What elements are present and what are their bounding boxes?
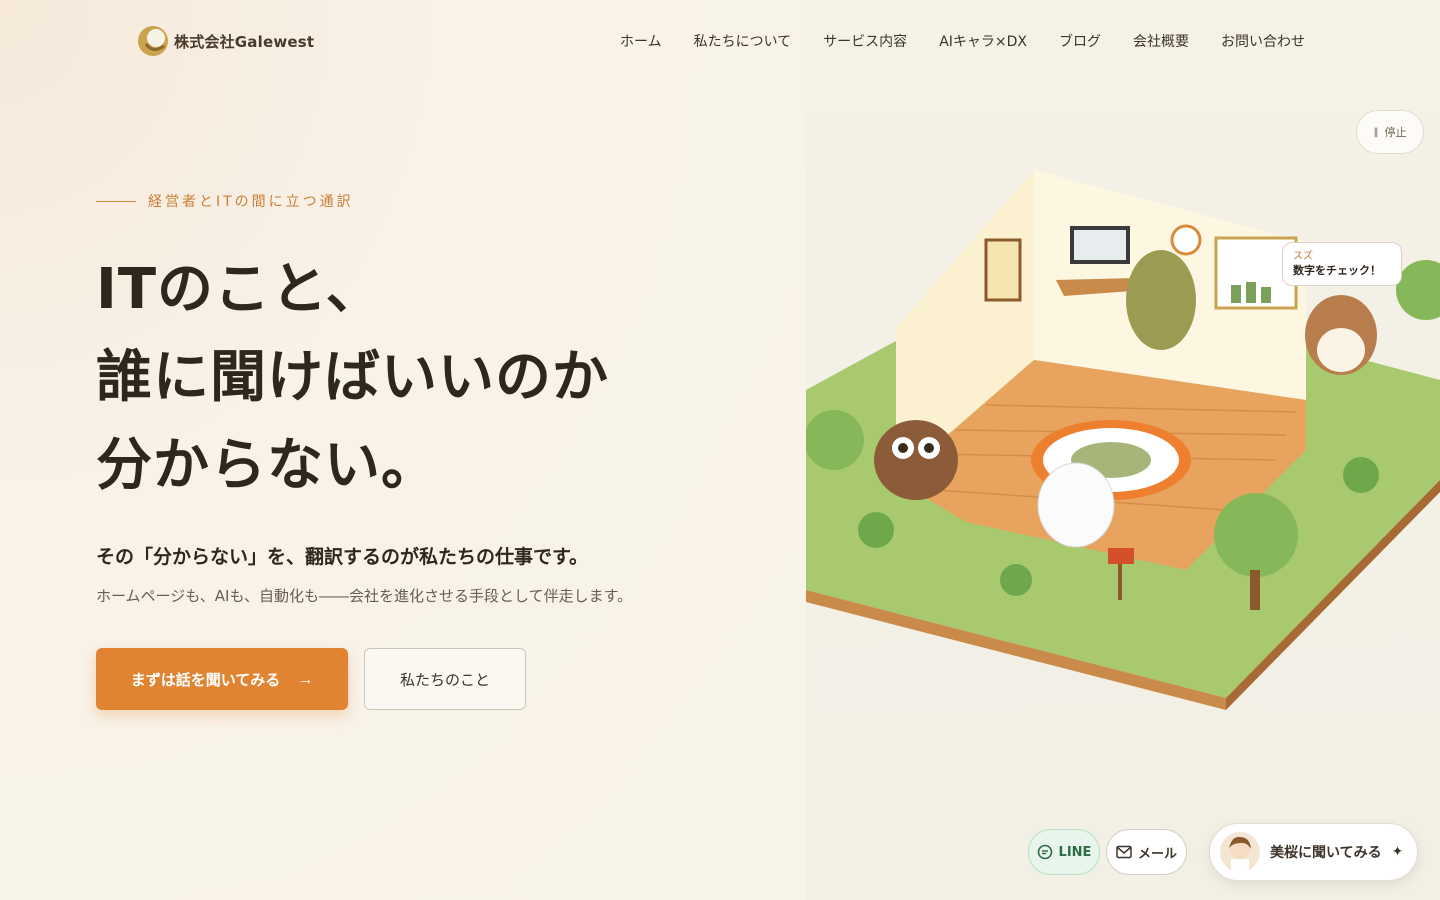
chat-icon (1037, 844, 1052, 860)
headline-line-2: 誰に聞けばいいのか (96, 345, 609, 410)
cta-about-button[interactable]: 私たちのこと (364, 648, 526, 710)
mail-contact-button[interactable]: メール (1106, 829, 1187, 875)
sparkle-icon: ✦ (1391, 844, 1404, 860)
hero-headline: ITのこと、 誰に聞けばいいのか 分からない。 (96, 246, 609, 510)
ask-misakura-button[interactable]: 美桜に聞いてみる ✦ (1209, 823, 1418, 881)
arrow-right-icon: → (298, 670, 314, 688)
eyebrow-line (96, 200, 136, 202)
isometric-office-illustration (806, 170, 1440, 710)
hero-sub: ホームページも、AIも、自動化も――会社を進化させる手段として伴走します。 (96, 587, 633, 605)
nav-blog[interactable]: ブログ (1059, 31, 1101, 51)
main-nav: ホーム 私たちについて サービス内容 AIキャラ×DX ブログ 会社概要 お問い… (620, 31, 1305, 51)
nav-ai-dx[interactable]: AIキャラ×DX (939, 31, 1027, 51)
brown-owl (874, 420, 958, 500)
mail-icon (1116, 845, 1132, 859)
stop-label: 停止 (1384, 126, 1407, 139)
headline-line-3: 分からない。 (96, 422, 447, 510)
nav-company[interactable]: 会社概要 (1133, 31, 1189, 51)
cta-secondary-label: 私たちのこと (399, 671, 490, 689)
white-bird (1037, 462, 1115, 548)
monitor-screen (1074, 230, 1126, 260)
nav-about[interactable]: 私たちについて (694, 31, 792, 51)
tree-right (1214, 493, 1298, 577)
nav-home[interactable]: ホーム (620, 31, 662, 51)
mailbox (1108, 548, 1134, 564)
cta-listen-button[interactable]: まずは話を聞いてみる → (96, 648, 348, 710)
misakura-avatar (1220, 832, 1260, 872)
line-label: LINE (1058, 844, 1092, 860)
hero-eyebrow: 経営者とITの間に立つ通訳 (96, 191, 354, 211)
logo[interactable]: 株式会社Galewest (136, 24, 314, 58)
speech-bubble: スズ 数字をチェック！ (1282, 242, 1402, 286)
speech-bubble-message: 数字をチェック！ (1293, 264, 1381, 277)
logo-text: 株式会社Galewest (174, 32, 315, 51)
wall-clock (1170, 224, 1202, 256)
speech-bubble-name: スズ (1293, 251, 1313, 262)
nav-contact[interactable]: お問い合わせ (1221, 31, 1305, 51)
eyebrow-text: 経営者とITの間に立つ通訳 (148, 194, 354, 210)
headline-line-1: ITのこと、 (96, 257, 383, 322)
hero-lead: その「分からない」を、翻訳するのが私たちの仕事です。 (96, 546, 589, 568)
window (984, 238, 1022, 302)
ask-label: 美桜に聞いてみる (1270, 845, 1382, 861)
logo-mark-icon (138, 26, 168, 56)
green-owl (1126, 250, 1196, 350)
tree-left (806, 410, 864, 470)
tree-far-right (1396, 260, 1440, 320)
mail-label: メール (1137, 846, 1177, 862)
cta-primary-label: まずは話を聞いてみる (130, 671, 281, 689)
headline-line-3-text: 分からない。 (96, 433, 438, 498)
pause-icon: ‖ (1373, 126, 1379, 138)
line-contact-button[interactable]: LINE (1028, 829, 1100, 875)
animation-stop-button[interactable]: ‖ 停止 (1356, 110, 1424, 154)
nav-services[interactable]: サービス内容 (823, 31, 907, 51)
